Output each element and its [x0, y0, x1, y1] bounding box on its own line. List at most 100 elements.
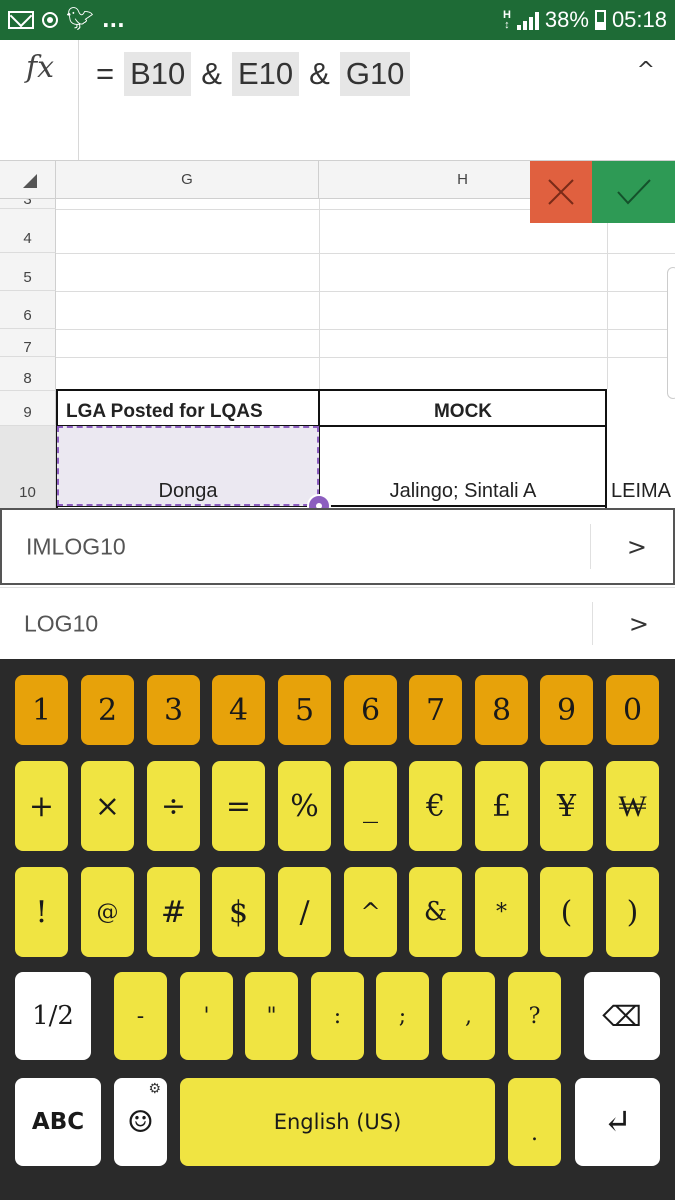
key-multiply[interactable]: ×	[81, 761, 134, 851]
column-header-g[interactable]: G	[56, 161, 319, 199]
key-slash[interactable]: /	[278, 867, 331, 957]
formula-token-ref[interactable]: E10	[231, 52, 300, 96]
row-header-8[interactable]: 8	[0, 357, 56, 391]
key-colon[interactable]: :	[311, 972, 364, 1060]
key-comma[interactable]: ,	[442, 972, 495, 1060]
close-icon	[548, 179, 574, 205]
key-quote[interactable]: "	[245, 972, 298, 1060]
gridline	[56, 329, 675, 330]
key-period[interactable]: .	[508, 1078, 561, 1166]
twitter-icon: 🐦︎	[66, 7, 94, 32]
keyboard: 1 2 3 4 5 6 7 8 9 0 + × ÷ = % _ € £ ¥ ₩ …	[0, 659, 675, 1200]
key-asterisk[interactable]: *	[475, 867, 528, 957]
formula-input[interactable]: = B10 & E10 & G10	[92, 52, 411, 96]
cell-g10[interactable]: Donga	[57, 480, 319, 503]
cell-g9[interactable]: LGA Posted for LQAS	[66, 401, 263, 423]
abc-key[interactable]: ABC	[15, 1078, 101, 1166]
divider	[592, 602, 593, 645]
mail-icon	[8, 11, 34, 29]
row-header-4[interactable]: 4	[0, 209, 56, 253]
key-9[interactable]: 9	[540, 675, 593, 745]
chevron-right-icon[interactable]: >	[629, 610, 649, 638]
formula-token-ref[interactable]: G10	[339, 52, 411, 96]
formula-token: &	[309, 56, 330, 91]
key-5[interactable]: 5	[278, 675, 331, 745]
key-won[interactable]: ₩	[606, 761, 659, 851]
settings-icon: ⚙	[148, 1081, 161, 1097]
key-hash[interactable]: #	[147, 867, 200, 957]
key-6[interactable]: 6	[344, 675, 397, 745]
key-exclamation[interactable]: !	[15, 867, 68, 957]
fx-icon: fx	[26, 50, 55, 85]
checkmark-icon	[617, 179, 651, 205]
key-7[interactable]: 7	[409, 675, 462, 745]
row-header-10[interactable]: 10	[0, 426, 56, 510]
key-4[interactable]: 4	[212, 675, 265, 745]
formula-token: &	[201, 56, 222, 91]
confirm-edit-button[interactable]	[592, 161, 675, 223]
chevron-right-icon[interactable]: >	[627, 533, 647, 561]
select-all-corner[interactable]	[0, 161, 56, 199]
key-at[interactable]: @	[81, 867, 134, 957]
suggestion-label: IMLOG10	[26, 533, 126, 559]
enter-icon: ↵	[603, 1102, 632, 1142]
key-1[interactable]: 1	[15, 675, 68, 745]
gridline	[56, 253, 675, 254]
suggestion-imlog10[interactable]: IMLOG10 >	[0, 508, 675, 585]
cell-border	[56, 389, 607, 391]
key-question[interactable]: ?	[508, 972, 561, 1060]
key-2[interactable]: 2	[81, 675, 134, 745]
gridline	[56, 291, 675, 292]
emoji-key[interactable]: ☺ ⚙	[114, 1078, 167, 1166]
scroll-tab[interactable]	[667, 267, 675, 399]
spreadsheet-grid[interactable]: G H 3 4 5 6 7 8 9 10 LGA Posted for LQAS…	[0, 161, 675, 510]
key-pound[interactable]: £	[475, 761, 528, 851]
key-dollar[interactable]: $	[212, 867, 265, 957]
row-header-3[interactable]: 3	[0, 199, 56, 209]
collapse-formula-icon[interactable]: ^	[637, 58, 655, 83]
clock: 05:18	[611, 7, 667, 32]
gridline	[56, 357, 675, 358]
divider	[590, 524, 591, 569]
key-semicolon[interactable]: ;	[376, 972, 429, 1060]
key-ampersand[interactable]: &	[409, 867, 462, 957]
key-3[interactable]: 3	[147, 675, 200, 745]
key-hyphen[interactable]: -	[114, 972, 167, 1060]
row-header-5[interactable]: 5	[0, 253, 56, 291]
cell-h10[interactable]: Jalingo; Sintali A	[320, 480, 606, 503]
suggestion-log10[interactable]: LOG10 >	[0, 587, 675, 659]
cancel-edit-button[interactable]	[530, 161, 592, 223]
space-key[interactable]: English (US)	[180, 1078, 495, 1166]
key-close-paren[interactable]: )	[606, 867, 659, 957]
key-8[interactable]: 8	[475, 675, 528, 745]
battery-icon	[594, 10, 606, 30]
status-bar: 🐦︎ ... H ↕ 38% 05:18	[0, 0, 675, 40]
key-0[interactable]: 0	[606, 675, 659, 745]
key-caret[interactable]: ^	[344, 867, 397, 957]
key-page-toggle[interactable]: 1/2	[15, 972, 91, 1060]
key-open-paren[interactable]: (	[540, 867, 593, 957]
suggestion-label: LOG10	[24, 610, 99, 636]
key-underscore[interactable]: _	[344, 761, 397, 851]
insert-function-button[interactable]: fx	[0, 40, 79, 160]
backspace-key[interactable]: ⌫	[584, 972, 660, 1060]
emoji-icon: ☺	[127, 1104, 154, 1140]
cell-h9[interactable]: MOCK	[320, 401, 606, 423]
row-header-6[interactable]: 6	[0, 291, 56, 329]
key-yen[interactable]: ¥	[540, 761, 593, 851]
key-percent[interactable]: %	[278, 761, 331, 851]
row-header-7[interactable]: 7	[0, 329, 56, 357]
key-plus[interactable]: +	[15, 761, 68, 851]
key-apostrophe[interactable]: '	[180, 972, 233, 1060]
signal-icon	[516, 10, 539, 30]
formula-bar: fx = B10 & E10 & G10 ^	[0, 40, 675, 161]
row-header-9[interactable]: 9	[0, 391, 56, 426]
enter-key[interactable]: ↵	[575, 1078, 660, 1166]
formula-token-ref[interactable]: B10	[124, 52, 192, 96]
key-divide[interactable]: ÷	[147, 761, 200, 851]
cell-i10[interactable]: LEIMA	[611, 480, 671, 503]
key-equals[interactable]: =	[212, 761, 265, 851]
gridline	[607, 223, 608, 389]
formula-token: =	[96, 56, 115, 91]
key-euro[interactable]: €	[409, 761, 462, 851]
